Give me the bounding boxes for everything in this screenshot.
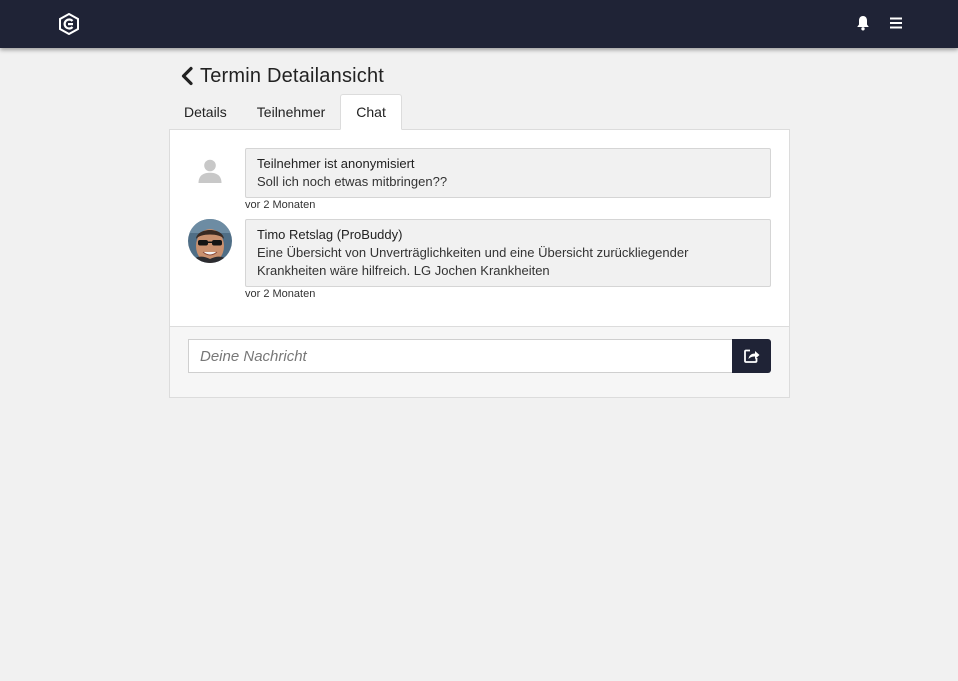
share-send-icon (743, 349, 759, 363)
chat-message-bubble: Teilnehmer ist anonymisiert Soll ich noc… (245, 148, 771, 198)
chat-input-area (170, 327, 789, 397)
page-header: Termin Detailansicht (180, 62, 384, 90)
message-text: Eine Übersicht von Unverträglichkeiten u… (257, 245, 689, 278)
message-input-group (188, 339, 771, 373)
top-navbar (0, 0, 958, 48)
tab-teilnehmer[interactable]: Teilnehmer (242, 94, 340, 129)
message-author: Timo Retslag (ProBuddy) (257, 227, 403, 242)
default-user-icon (198, 159, 222, 183)
send-button[interactable] (732, 339, 771, 373)
message-author: Teilnehmer ist anonymisiert (257, 156, 415, 171)
message-input[interactable] (188, 339, 732, 373)
avatar-anonymous (188, 150, 232, 194)
hamburger-menu-icon[interactable] (890, 17, 902, 29)
tab-details[interactable]: Details (169, 94, 242, 129)
message-timestamp: vor 2 Monaten (245, 199, 316, 211)
chat-message-bubble: Timo Retslag (ProBuddy) Eine Übersicht v… (245, 219, 771, 287)
page-title: Termin Detailansicht (200, 64, 385, 87)
tab-bar: Details Teilnehmer Chat (169, 94, 402, 130)
chevron-left-icon[interactable] (180, 66, 194, 86)
bell-icon[interactable] (856, 15, 870, 31)
brand-logo-icon[interactable] (58, 13, 80, 35)
tab-chat[interactable]: Chat (340, 94, 402, 130)
user-photo (188, 219, 232, 263)
avatar-timo (188, 219, 232, 263)
message-timestamp: vor 2 Monaten (245, 288, 316, 300)
chat-panel: Teilnehmer ist anonymisiert Soll ich noc… (169, 129, 790, 398)
message-text: Soll ich noch etwas mitbringen?? (257, 174, 448, 189)
